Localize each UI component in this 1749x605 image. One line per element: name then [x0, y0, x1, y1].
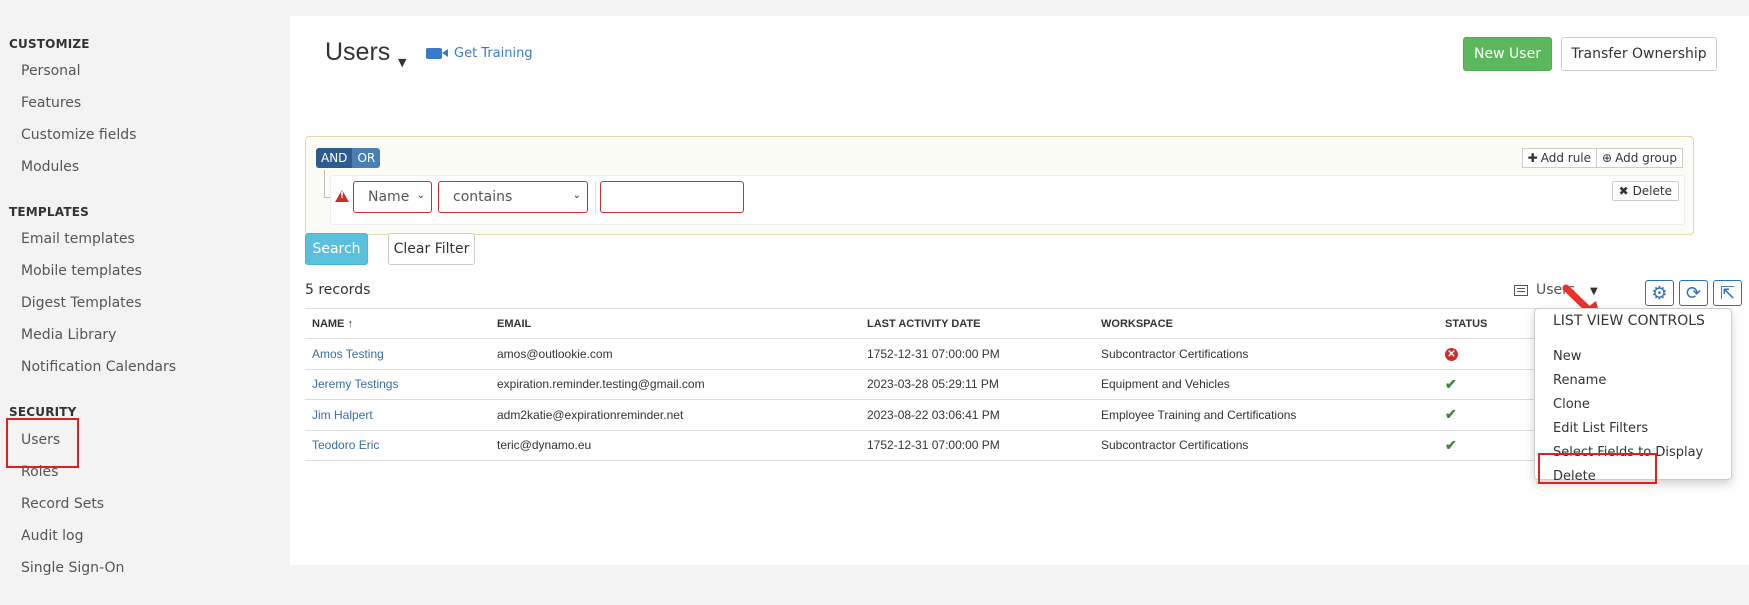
- sidebar-item-email-templates[interactable]: Email templates: [21, 231, 135, 247]
- export-button[interactable]: ⇱: [1713, 280, 1742, 306]
- user-last-activity: 2023-03-28 05:29:11 PM: [860, 369, 1094, 400]
- record-count: 5 records: [305, 282, 371, 298]
- field-select-value: Name: [368, 189, 410, 205]
- add-rule-button[interactable]: ✚ Add rule: [1521, 148, 1598, 168]
- video-camera-icon: [426, 48, 448, 59]
- table-row: Jim Halpert adm2katie@expirationreminder…: [305, 399, 1705, 431]
- and-toggle-button[interactable]: AND: [316, 148, 353, 168]
- user-name-link[interactable]: Jim Halpert: [305, 399, 490, 431]
- group-actions: ✚ Add rule ⊕ Add group: [1521, 148, 1683, 168]
- sidebar-item-personal[interactable]: Personal: [21, 63, 81, 79]
- user-workspace: Equipment and Vehicles: [1094, 369, 1438, 400]
- sidebar-section-customize: CUSTOMIZE: [9, 37, 90, 51]
- filter-rule: Name ⌄ contains ⌄ ✖ Delete: [330, 175, 1685, 225]
- status-active-check-icon: ✔: [1445, 436, 1457, 453]
- sidebar-item-notification-calendars[interactable]: Notification Calendars: [21, 359, 176, 375]
- sidebar-item-media-library[interactable]: Media Library: [21, 327, 116, 343]
- clear-filter-button[interactable]: Clear Filter: [388, 233, 475, 265]
- menu-item-clone[interactable]: Clone: [1553, 397, 1590, 412]
- user-email: adm2katie@expirationreminder.net: [490, 399, 860, 431]
- operator-select-value: contains: [453, 189, 513, 205]
- column-header-name[interactable]: NAME ↑: [305, 308, 490, 339]
- operator-select[interactable]: contains ⌄: [438, 181, 588, 213]
- share-icon: ⇱: [1719, 282, 1736, 304]
- table-row: Teodoro Eric teric@dynamo.eu 1752-12-31 …: [305, 430, 1705, 461]
- settings-button[interactable]: ⚙: [1645, 280, 1674, 306]
- query-builder: AND OR ✚ Add rule ⊕ Add group Name ⌄ con…: [305, 136, 1694, 235]
- page-title: Users: [325, 38, 391, 66]
- add-group-button[interactable]: ⊕ Add group: [1597, 148, 1683, 168]
- delete-rule-button[interactable]: ✖ Delete: [1611, 181, 1679, 201]
- close-icon: ✖: [1618, 184, 1629, 198]
- menu-header: LIST VIEW CONTROLS: [1553, 313, 1705, 329]
- user-workspace: Subcontractor Certifications: [1094, 338, 1438, 370]
- sort-arrow-icon: ↑: [347, 317, 353, 330]
- user-last-activity: 2023-08-22 03:06:41 PM: [860, 399, 1094, 431]
- list-view-icon: [1514, 284, 1528, 296]
- main-panel: Users ▼ Get Training New User Transfer O…: [290, 16, 1749, 565]
- sidebar-section-security: SECURITY: [9, 405, 77, 419]
- gear-icon: ⚙: [1651, 282, 1668, 304]
- plus-icon: ✚: [1527, 151, 1538, 165]
- column-name-label: NAME: [312, 317, 345, 330]
- transfer-ownership-button[interactable]: Transfer Ownership: [1561, 37, 1717, 71]
- value-input[interactable]: [600, 181, 744, 213]
- menu-item-rename[interactable]: Rename: [1553, 373, 1606, 388]
- sidebar-item-audit-log[interactable]: Audit log: [21, 528, 84, 544]
- sidebar-item-single-sign-on[interactable]: Single Sign-On: [21, 560, 124, 576]
- add-rule-label: Add rule: [1540, 151, 1592, 165]
- user-workspace: Employee Training and Certifications: [1094, 399, 1438, 431]
- chevron-down-icon: ⌄: [572, 190, 581, 201]
- column-header-email[interactable]: EMAIL: [490, 308, 860, 339]
- user-last-activity: 1752-12-31 07:00:00 PM: [860, 430, 1094, 461]
- user-email: expiration.reminder.testing@gmail.com: [490, 369, 860, 400]
- edit-list-filters-highlight-box: [1538, 453, 1657, 484]
- user-name-link[interactable]: Jeremy Testings: [305, 369, 490, 400]
- user-email: teric@dynamo.eu: [490, 430, 860, 461]
- sidebar-item-mobile-templates[interactable]: Mobile templates: [21, 263, 142, 279]
- sidebar-section-templates: TEMPLATES: [9, 205, 89, 219]
- search-button[interactable]: Search: [305, 233, 368, 265]
- title-dropdown-caret-icon[interactable]: ▼: [398, 56, 406, 69]
- plus-circle-icon: ⊕: [1602, 151, 1613, 165]
- user-workspace: Subcontractor Certifications: [1094, 430, 1438, 461]
- column-header-workspace[interactable]: WORKSPACE: [1094, 308, 1438, 339]
- table-header-row: NAME ↑ EMAIL LAST ACTIVITY DATE WORKSPAC…: [305, 308, 1705, 339]
- status-active-check-icon: ✔: [1445, 406, 1457, 423]
- new-user-button[interactable]: New User: [1463, 37, 1552, 71]
- sidebar-item-record-sets[interactable]: Record Sets: [21, 496, 104, 512]
- refresh-icon: ⟳: [1685, 282, 1702, 304]
- tree-connector: [324, 170, 325, 197]
- user-name-link[interactable]: Amos Testing: [305, 338, 490, 370]
- status-active-check-icon: ✔: [1445, 375, 1457, 392]
- or-toggle-button[interactable]: OR: [352, 148, 381, 168]
- column-header-last-activity[interactable]: LAST ACTIVITY DATE: [860, 308, 1094, 339]
- status-inactive-icon: ✕: [1445, 348, 1458, 362]
- rule-divider: [595, 181, 596, 213]
- warning-icon: [335, 190, 349, 202]
- user-name-link[interactable]: Teodoro Eric: [305, 430, 490, 461]
- users-table: NAME ↑ EMAIL LAST ACTIVITY DATE WORKSPAC…: [305, 308, 1705, 461]
- chevron-down-icon: ⌄: [416, 190, 425, 201]
- get-training-label: Get Training: [454, 46, 533, 61]
- sidebar-item-modules[interactable]: Modules: [21, 159, 79, 175]
- refresh-button[interactable]: ⟳: [1679, 280, 1708, 306]
- delete-rule-label: Delete: [1632, 184, 1672, 198]
- sidebar-item-digest-templates[interactable]: Digest Templates: [21, 295, 142, 311]
- user-email: amos@outlookie.com: [490, 338, 860, 370]
- get-training-link[interactable]: Get Training: [426, 46, 533, 61]
- table-row: Jeremy Testings expiration.reminder.test…: [305, 369, 1705, 400]
- menu-item-edit-list-filters[interactable]: Edit List Filters: [1553, 421, 1648, 436]
- menu-item-new[interactable]: New: [1553, 349, 1581, 364]
- field-select[interactable]: Name ⌄: [353, 181, 432, 213]
- sidebar-item-customize-fields[interactable]: Customize fields: [21, 127, 136, 143]
- sidebar: CUSTOMIZE Personal Features Customize fi…: [0, 0, 290, 605]
- users-highlight-box: [6, 418, 79, 468]
- add-group-label: Add group: [1615, 151, 1677, 165]
- table-row: Amos Testing amos@outlookie.com 1752-12-…: [305, 338, 1705, 370]
- user-last-activity: 1752-12-31 07:00:00 PM: [860, 338, 1094, 370]
- and-or-toggle: AND OR: [316, 148, 381, 168]
- sidebar-item-features[interactable]: Features: [21, 95, 81, 111]
